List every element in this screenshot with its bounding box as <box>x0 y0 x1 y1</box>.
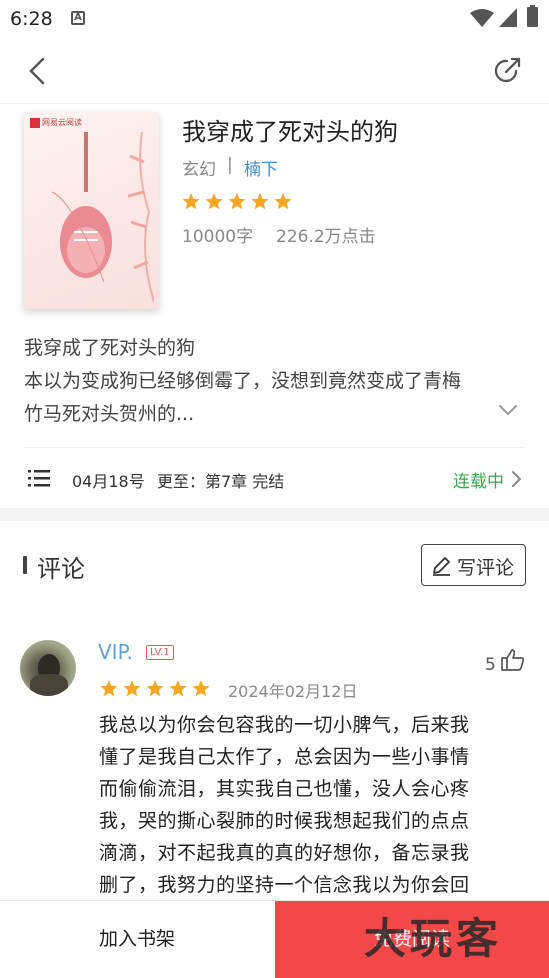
level-badge: LV.1 <box>146 645 174 660</box>
comment-line: 我总以为你会包容我的一切小脾气，后来我 <box>99 714 470 736</box>
star-icon <box>228 193 246 210</box>
thumbs-up-icon[interactable] <box>501 649 525 671</box>
publisher-logo-icon <box>30 118 40 128</box>
section-spacer <box>0 508 549 521</box>
battery-icon <box>527 5 538 27</box>
watermark-logo: 大玩客 <box>364 914 503 963</box>
star-icon <box>169 680 187 697</box>
star-icon <box>205 193 223 210</box>
share-icon[interactable] <box>494 56 522 84</box>
add-to-shelf-button[interactable]: 加入书架 <box>0 901 274 978</box>
comment-line: 而偷偷流泪，其实我自己也懂，没人会心疼 <box>99 778 470 800</box>
notification-a-icon: A <box>71 11 85 25</box>
comment-line: 懂了是我自己太作了，总会因为一些小事情 <box>99 746 470 768</box>
star-icon <box>123 680 141 697</box>
chevron-right-icon[interactable] <box>511 470 523 488</box>
comment-line: 我，哭的撕心裂肺的时候我想起我们的点点 <box>99 810 470 832</box>
status-bar: 6:28 A <box>0 0 549 38</box>
book-author[interactable]: 楠下 <box>244 155 278 180</box>
book-title: 我穿成了死对头的狗 <box>182 118 398 146</box>
divider <box>24 447 525 448</box>
star-icon <box>274 193 292 210</box>
update-date: 04月18号 <box>72 472 145 491</box>
toc-list-icon[interactable] <box>28 469 50 487</box>
comment-username[interactable]: VIP. <box>98 640 133 664</box>
book-rating-stars <box>182 193 292 210</box>
serial-status[interactable]: 连载中 <box>453 467 504 492</box>
comment-date: 2024年02月12日 <box>228 682 358 701</box>
pencil-icon <box>433 557 450 576</box>
cover-publisher: 网易云阅读 <box>42 118 82 127</box>
description-line: 本以为变成狗已经够倒霉了，没想到竟然变成了青梅 <box>24 370 462 392</box>
book-genre[interactable]: 玄幻 <box>182 155 216 180</box>
comments-title: 评论 <box>37 555 85 583</box>
latest-chapter[interactable]: 更至：第7章 完结 <box>157 468 284 492</box>
star-icon <box>182 193 200 210</box>
comment-line: 删了，我努力的坚持一个信念我以为你会回 <box>99 874 470 896</box>
signal-icon <box>499 8 517 27</box>
star-icon <box>192 680 210 697</box>
star-icon <box>100 680 118 697</box>
description-line: 我穿成了死对头的狗 <box>24 337 196 359</box>
comment-line: 滴滴，对不起我真的真的好想你，备忘录我 <box>99 842 470 864</box>
avatar[interactable] <box>20 640 76 696</box>
description-line: 竹马死对头贺州的... <box>24 403 195 425</box>
meta-separator: | <box>227 155 233 175</box>
section-marker <box>23 556 27 574</box>
star-icon <box>251 193 269 210</box>
write-comment-button[interactable]: 写评论 <box>421 544 526 586</box>
back-icon[interactable] <box>26 57 46 85</box>
expand-chevron-icon[interactable] <box>498 403 518 417</box>
star-icon <box>146 680 164 697</box>
wifi-icon <box>470 9 494 27</box>
like-count: 5 <box>485 655 496 675</box>
pipa-illustration-icon <box>51 132 154 302</box>
word-count: 10000字 <box>182 227 254 247</box>
comment-rating-stars <box>100 680 210 697</box>
book-cover[interactable]: 网易云阅读 <box>24 112 159 309</box>
click-count: 226.2万点击 <box>276 227 376 247</box>
top-app-bar <box>0 38 549 104</box>
status-time: 6:28 <box>10 8 53 30</box>
write-comment-label: 写评论 <box>457 557 515 579</box>
